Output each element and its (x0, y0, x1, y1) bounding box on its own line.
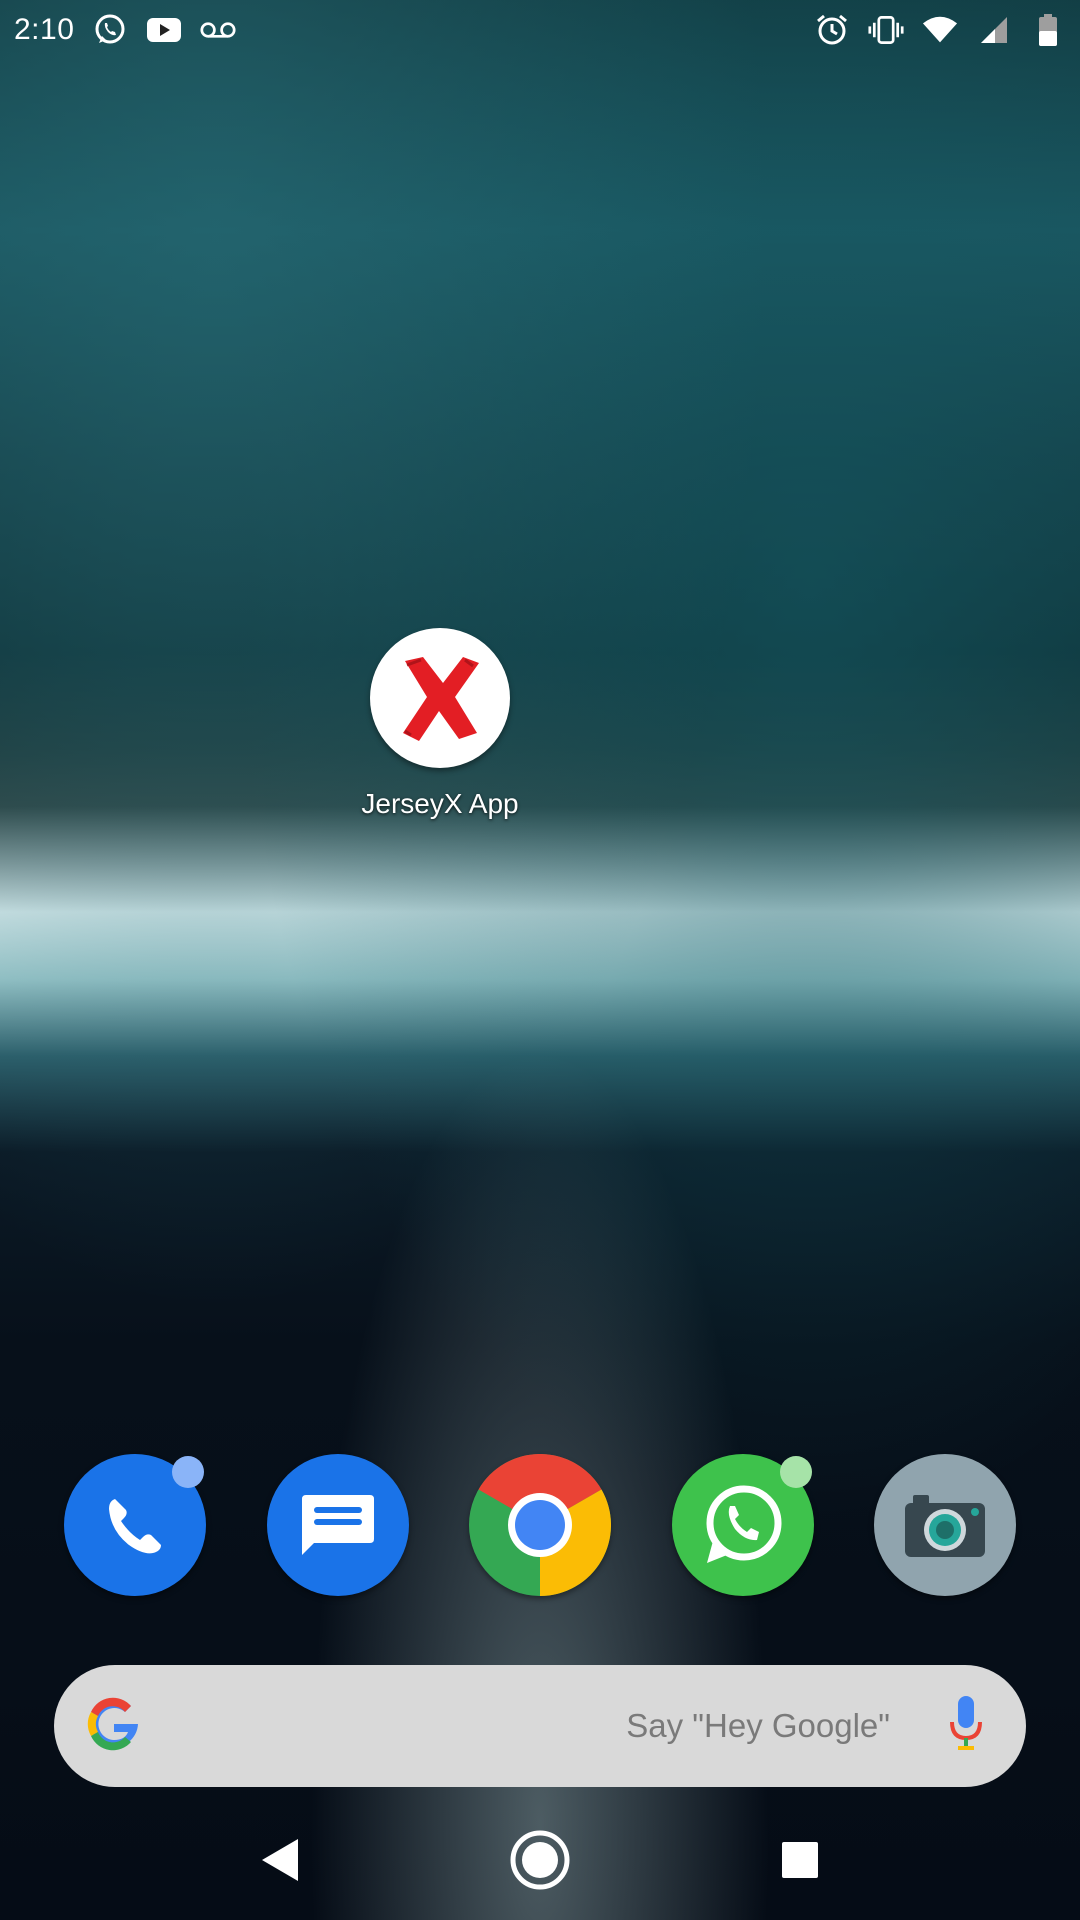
navigation-bar (0, 1800, 1080, 1920)
youtube-icon (146, 12, 182, 48)
notification-dot (172, 1456, 204, 1488)
dock-app-chrome[interactable] (469, 1454, 611, 1596)
phone-icon (109, 1499, 161, 1554)
dock (64, 1454, 1016, 1596)
vibrate-icon (868, 12, 904, 48)
clock: 2:10 (14, 13, 75, 46)
status-left: 2:10 (14, 12, 236, 48)
whatsapp-icon (92, 12, 128, 48)
mic-icon[interactable] (946, 1694, 986, 1759)
dock-app-camera[interactable] (874, 1454, 1016, 1596)
recents-button[interactable] (765, 1825, 835, 1895)
google-search-bar[interactable]: Say "Hey Google" (54, 1665, 1026, 1787)
search-placeholder[interactable]: Say "Hey Google" (144, 1707, 890, 1745)
back-button[interactable] (245, 1825, 315, 1895)
back-icon (262, 1839, 298, 1881)
jerseyx-app-icon[interactable] (370, 628, 510, 768)
desktop-app-jerseyx[interactable]: JerseyX App (340, 628, 540, 820)
home-icon (510, 1830, 570, 1890)
camera-icon (905, 1495, 985, 1557)
notification-dot (779, 1456, 812, 1488)
dock-app-messages[interactable] (266, 1454, 409, 1596)
google-g-icon[interactable] (84, 1694, 144, 1759)
status-bar: 2:10 (0, 0, 1080, 60)
battery-icon (1030, 12, 1066, 48)
signal-icon (976, 12, 1012, 48)
home-button[interactable] (505, 1825, 575, 1895)
alarm-icon (814, 12, 850, 48)
status-right (814, 12, 1066, 48)
messages-icon (301, 1495, 374, 1555)
dock-app-whatsapp[interactable] (671, 1454, 814, 1596)
dock-app-phone[interactable] (64, 1454, 206, 1596)
recents-icon (782, 1842, 818, 1878)
wifi-icon (922, 12, 958, 48)
red-x-icon (403, 657, 479, 741)
app-label: JerseyX App (361, 788, 519, 819)
chrome-icon (469, 1454, 611, 1596)
voicemail-icon (200, 12, 236, 48)
whatsapp-icon (706, 1485, 781, 1563)
